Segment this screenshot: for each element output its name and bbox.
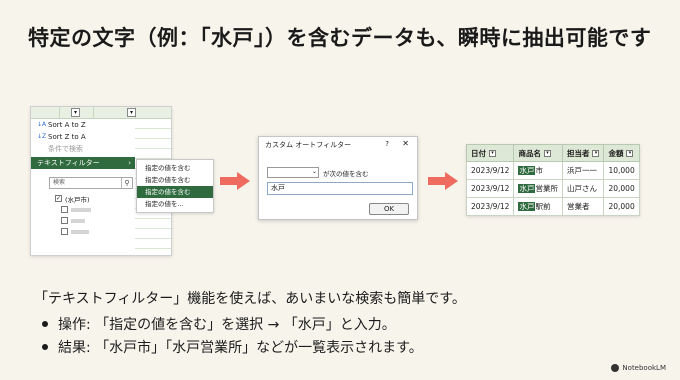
condition-label: が次の値を含む — [323, 170, 369, 178]
close-button[interactable]: ✕ — [402, 139, 409, 148]
search-condition-item[interactable]: 条件で検索 — [31, 143, 135, 155]
column-header: 担当者 ▾ — [561, 144, 605, 162]
description-text: 「テキストフィルター」機能を使えば、あいまいな検索も簡単です。 — [34, 291, 466, 307]
tree-item-mito[interactable]: ✓ (水戸市) — [55, 193, 91, 204]
dialog-titlebar: カスタム オートフィルター ? ✕ — [259, 137, 417, 153]
bullet-dot — [42, 343, 48, 350]
bullet-dot — [42, 320, 48, 327]
condition-select[interactable]: ⌄ — [267, 167, 319, 178]
page-title: 特定の文字（例：「水戸」）を含むデータも、瞬時に抽出可能です — [28, 26, 652, 50]
filter-menu: ↓A Sort A to Z ↓Z Sort Z to A 条件で検索 テキストフィ… — [31, 119, 135, 169]
highlight-match: 水戸 — [518, 166, 536, 175]
custom-autofilter-dialog: カスタム オートフィルター ? ✕ ⌄ が次の値を含む 水戸 OK — [258, 136, 418, 220]
notebooklm-logo-icon — [611, 364, 620, 372]
filter-icon: ▾ — [489, 150, 496, 157]
filter-icon: ▾ — [626, 150, 634, 157]
submenu-item[interactable]: 指定の値を含む — [137, 174, 213, 186]
tree-item[interactable] — [55, 204, 91, 215]
tree-item[interactable] — [55, 226, 91, 237]
table-header-row: 日付 ▾ 商品名 ▾ 担当者 ▾ 金額 ▾ — [465, 144, 640, 162]
submenu-item[interactable]: 指定の値を... — [137, 198, 213, 210]
filter-dropdown-button-active[interactable]: ▾ — [127, 108, 136, 117]
help-button[interactable]: ? — [385, 140, 389, 148]
filtered-result-table: 日付 ▾ 商品名 ▾ 担当者 ▾ 金額 ▾ 2023/9/12 水戸市 浜戸一一 10,… — [465, 144, 640, 216]
bullet-item: 結果: 「水戸市」「水戸営業所」などが一覧表示されます。 — [42, 335, 423, 358]
search-icon[interactable]: ⚲ — [121, 178, 132, 188]
submenu-item[interactable]: 指定の値を含む — [137, 162, 213, 174]
text-filter-item[interactable]: テキストフィルター › — [31, 157, 135, 169]
column-header: 金額 ▾ — [603, 144, 640, 162]
sort-descending-icon: ↓Z — [37, 133, 47, 140]
arrow-right-icon — [428, 172, 458, 190]
column-header: 商品名 ▾ — [513, 144, 563, 162]
filter-dropdown-button[interactable]: ▾ — [71, 108, 80, 117]
filter-value-tree: ✓ (水戸市) — [55, 193, 91, 237]
chevron-down-icon: ⌄ — [311, 168, 317, 175]
table-row: 2023/9/12 水戸市 浜戸一一 10,000 — [465, 161, 640, 180]
column-header-row: ▾ ▾ — [31, 107, 171, 119]
brand-watermark: NotebookLM — [611, 364, 666, 372]
bullet-list: 操作: 「指定の値を含む」を選択 → 「水戸」と入力。 結果: 「水戸市」「水戸… — [42, 312, 423, 358]
chevron-right-icon: › — [128, 159, 131, 167]
arrow-right-icon — [220, 172, 250, 190]
column-header: 日付 ▾ — [465, 144, 515, 162]
filter-icon: ▾ — [592, 150, 600, 157]
tree-item[interactable] — [55, 215, 91, 226]
checkbox[interactable] — [61, 206, 68, 213]
filter-value-input[interactable]: 水戸 — [267, 182, 413, 195]
ok-button[interactable]: OK — [369, 203, 409, 215]
checkbox[interactable] — [61, 228, 68, 235]
sort-z-to-a-item[interactable]: ↓Z Sort Z to A — [31, 131, 135, 143]
submenu-item-contains[interactable]: 指定の値を含む — [137, 186, 213, 198]
checkbox-checked[interactable]: ✓ — [55, 195, 62, 202]
sort-ascending-icon: ↓A — [37, 121, 47, 128]
dialog-title: カスタム オートフィルター — [265, 141, 352, 149]
sort-a-to-z-item[interactable]: ↓A Sort A to Z — [31, 119, 135, 131]
checkbox[interactable] — [61, 217, 68, 224]
bullet-item: 操作: 「指定の値を含む」を選択 → 「水戸」と入力。 — [42, 312, 423, 335]
table-row: 2023/9/12 水戸営業所 山戸さん 20,000 — [465, 179, 640, 198]
highlight-match: 水戸 — [518, 184, 536, 193]
table-row: 2023/9/12 水戸駅前 営業者 20,000 — [465, 197, 640, 216]
text-filter-submenu: 指定の値を含む 指定の値を含む 指定の値を含む 指定の値を... — [136, 159, 214, 213]
filter-icon: ▾ — [543, 150, 551, 157]
highlight-match: 水戸 — [518, 202, 536, 211]
filter-search-input[interactable]: 検索 ⚲ — [49, 177, 133, 189]
